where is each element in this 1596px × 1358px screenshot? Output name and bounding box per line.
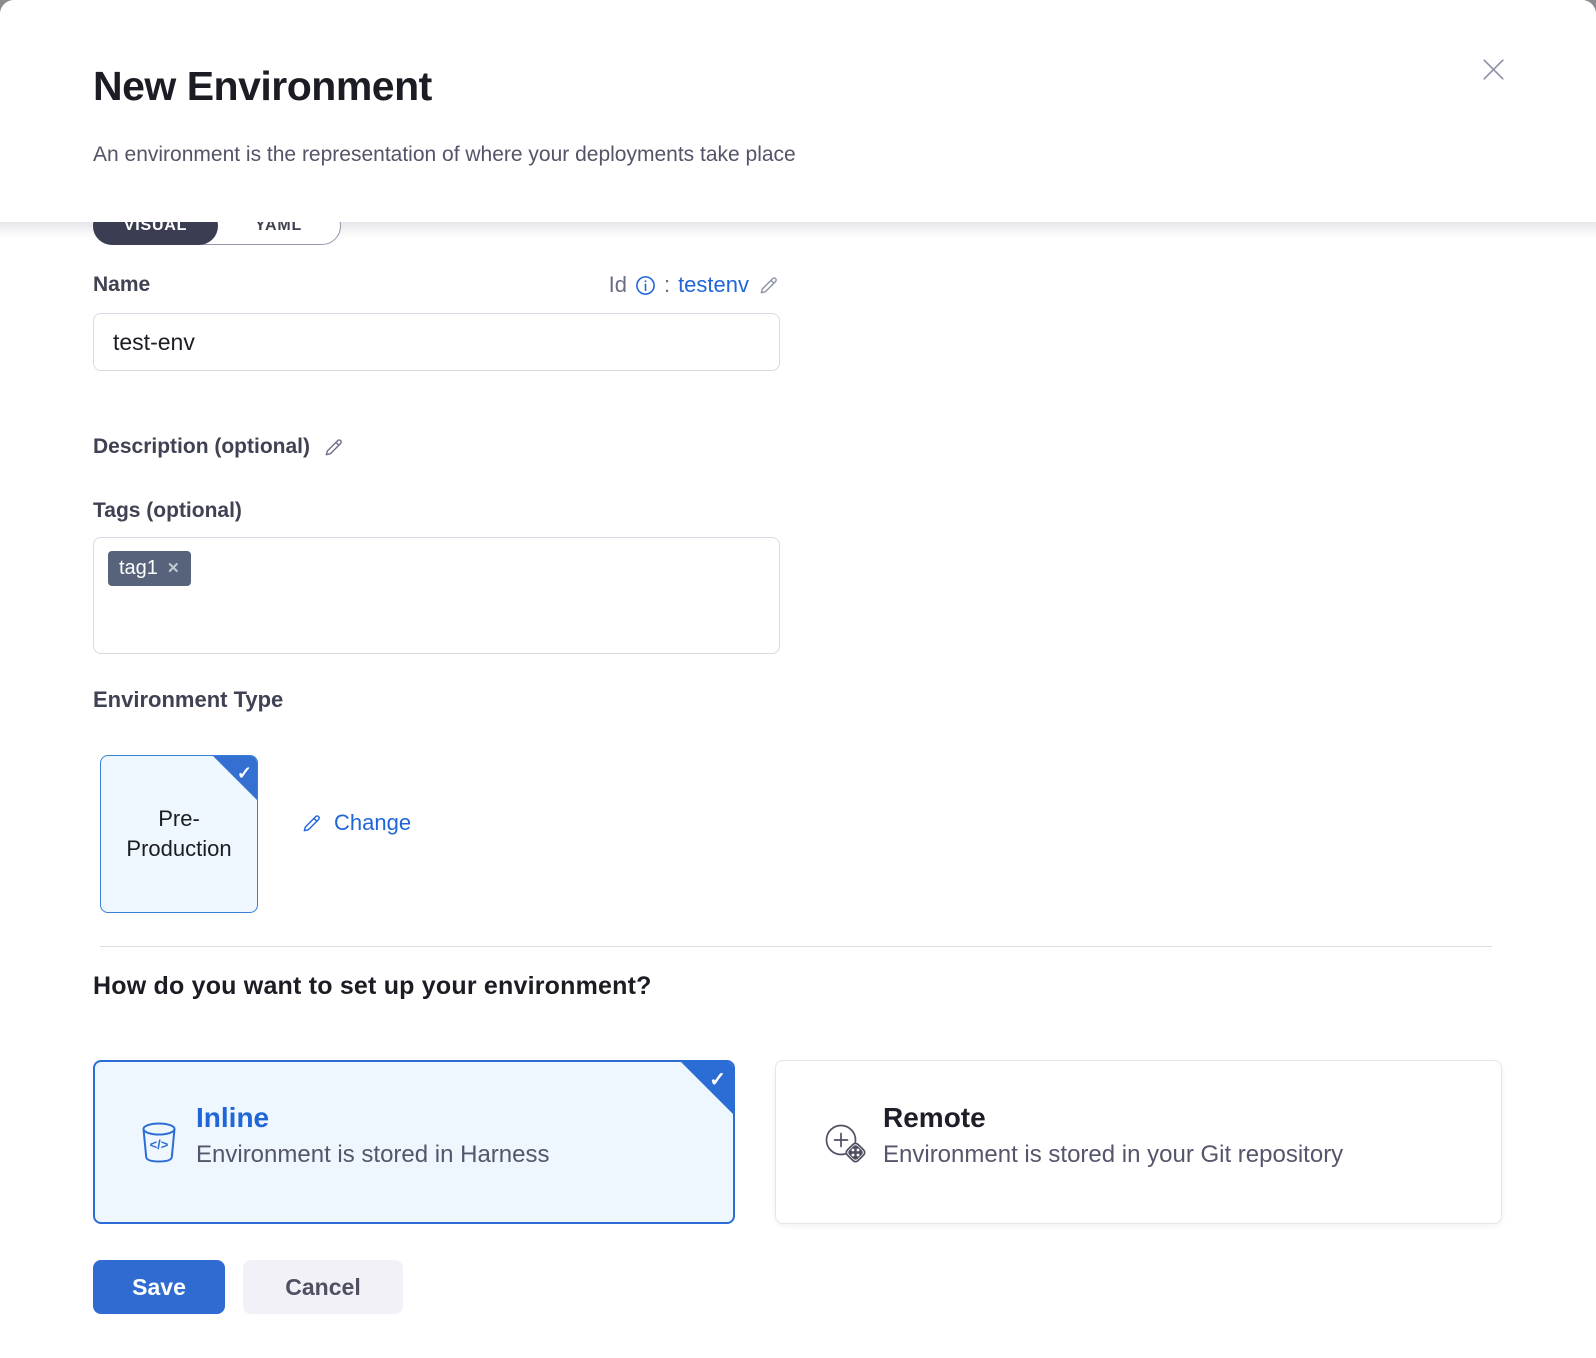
- section-divider: [100, 946, 1492, 947]
- option-card-inline[interactable]: </> Inline Environment is stored in Harn…: [93, 1060, 735, 1224]
- option-description: Environment is stored in Harness: [196, 1141, 549, 1169]
- save-button[interactable]: Save: [93, 1260, 225, 1314]
- tag-chip: tag1 ✕: [108, 551, 191, 586]
- edit-description-pencil-icon[interactable]: [322, 436, 345, 459]
- id-row: Id : testenv: [609, 272, 780, 298]
- option-text: Remote Environment is stored in your Git…: [883, 1102, 1343, 1169]
- modal-subtitle: An environment is the representation of …: [93, 143, 796, 167]
- new-environment-modal: New Environment An environment is the re…: [0, 0, 1596, 1358]
- option-text: Inline Environment is stored in Harness: [196, 1102, 549, 1169]
- description-row: Description (optional): [93, 435, 345, 459]
- setup-heading: How do you want to set up your environme…: [93, 972, 652, 1001]
- id-info-icon[interactable]: [635, 275, 656, 296]
- check-icon: ✓: [709, 1067, 726, 1092]
- modal-content: VISUAL YAML Name Id : testenv: [0, 222, 1596, 1358]
- svg-text:</>: </>: [150, 1137, 169, 1152]
- close-button[interactable]: [1472, 50, 1514, 92]
- name-id-row: Name Id : testenv: [93, 272, 780, 298]
- environment-type-label: Environment Type: [93, 687, 283, 713]
- name-label: Name: [93, 273, 150, 297]
- environment-type-card: Pre-Production ✓: [100, 755, 258, 913]
- remote-git-icon: [820, 1119, 866, 1165]
- page-title: New Environment: [93, 63, 432, 110]
- environment-type-value: Pre-Production: [111, 804, 247, 864]
- tag-chip-label: tag1: [119, 557, 158, 580]
- modal-header: New Environment An environment is the re…: [0, 0, 1596, 222]
- tag-remove-icon[interactable]: ✕: [167, 561, 180, 576]
- option-title: Remote: [883, 1102, 1343, 1134]
- tab-visual[interactable]: VISUAL: [93, 222, 218, 245]
- change-label: Change: [334, 810, 411, 836]
- change-environment-type-link[interactable]: Change: [300, 810, 411, 836]
- check-icon: ✓: [237, 758, 252, 788]
- tab-yaml[interactable]: YAML: [217, 222, 340, 244]
- edit-id-pencil-icon[interactable]: [757, 274, 780, 297]
- option-title: Inline: [196, 1102, 549, 1134]
- name-input[interactable]: [93, 313, 780, 371]
- editor-mode-toggle: VISUAL YAML: [93, 222, 341, 246]
- change-pencil-icon: [300, 812, 323, 835]
- tags-label: Tags (optional): [93, 499, 242, 523]
- option-card-remote[interactable]: Remote Environment is stored in your Git…: [775, 1060, 1502, 1224]
- id-value: testenv: [678, 272, 749, 298]
- option-description: Environment is stored in your Git reposi…: [883, 1141, 1343, 1169]
- id-separator: :: [664, 272, 670, 298]
- inline-harness-icon: </>: [139, 1120, 179, 1164]
- description-label: Description (optional): [93, 435, 310, 459]
- id-label: Id: [609, 272, 627, 298]
- tags-input[interactable]: tag1 ✕: [93, 537, 780, 654]
- close-icon: [1478, 54, 1509, 88]
- cancel-button[interactable]: Cancel: [243, 1260, 403, 1314]
